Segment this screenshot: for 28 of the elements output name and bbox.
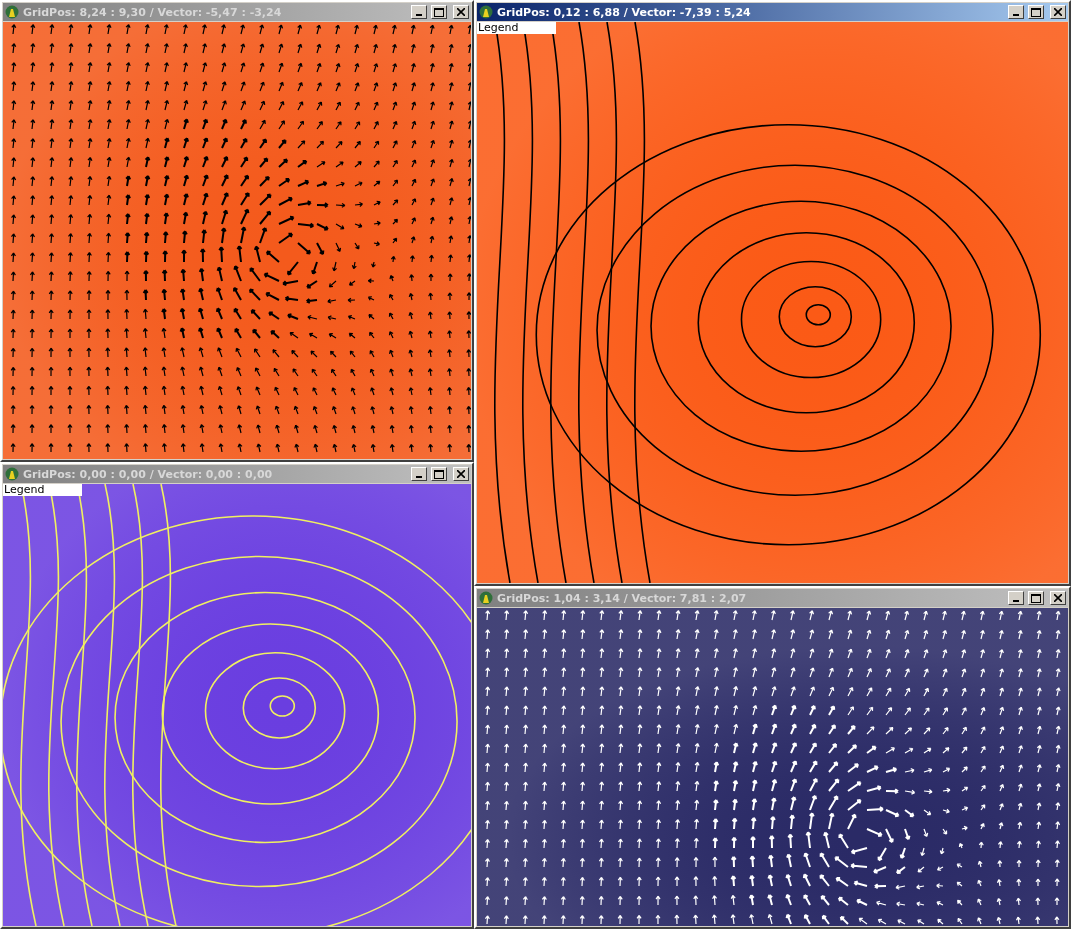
maximize-button[interactable] bbox=[431, 467, 447, 481]
legend-label: Legend bbox=[3, 484, 82, 496]
maximize-icon bbox=[434, 7, 444, 17]
maximize-icon bbox=[1031, 7, 1041, 17]
close-button[interactable] bbox=[1050, 5, 1066, 19]
close-icon bbox=[1054, 8, 1062, 16]
minimize-button[interactable] bbox=[1008, 5, 1024, 19]
close-button[interactable] bbox=[453, 467, 469, 481]
close-icon bbox=[457, 8, 465, 16]
app-icon bbox=[479, 591, 493, 605]
window-title: GridPos: 0,12 : 6,88 / Vector: -7,39 : 5,24 bbox=[497, 5, 752, 19]
legend-label: Legend bbox=[477, 22, 556, 34]
window-title: GridPos: 1,04 : 3,14 / Vector: 7,81 : 2,07 bbox=[497, 591, 748, 605]
close-icon bbox=[1054, 594, 1062, 602]
maximize-button[interactable] bbox=[1028, 5, 1044, 19]
app-icon bbox=[5, 467, 19, 481]
maximize-icon bbox=[1031, 593, 1041, 603]
minimize-button[interactable] bbox=[1008, 591, 1024, 605]
close-icon bbox=[457, 470, 465, 478]
minimize-button[interactable] bbox=[411, 467, 427, 481]
app-icon bbox=[479, 5, 493, 19]
maximize-button[interactable] bbox=[1028, 591, 1044, 605]
app-icon bbox=[5, 5, 19, 19]
maximize-icon bbox=[434, 469, 444, 479]
maximize-button[interactable] bbox=[431, 5, 447, 19]
minimize-button[interactable] bbox=[411, 5, 427, 19]
close-button[interactable] bbox=[453, 5, 469, 19]
close-button[interactable] bbox=[1050, 591, 1066, 605]
